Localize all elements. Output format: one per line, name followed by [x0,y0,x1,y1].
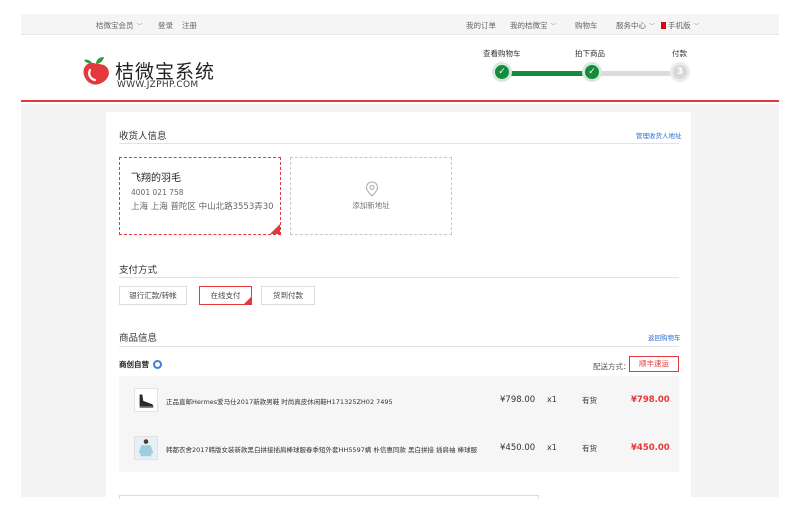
pay-option-online-label: 在线支付 [210,291,241,300]
shipping-method-button[interactable]: 顺丰速运 [629,356,679,372]
shipping-label: 配送方式： [593,362,631,371]
checkout-panel: 收货人信息 管理收货人地址 飞翔的羽毛 4001 021 758 上海 上海 普… [106,112,691,499]
receiver-section-title: 收货人信息 [119,131,167,142]
step-label-pay: 付款 [672,49,687,58]
selected-check-icon [244,297,251,304]
shop-name-label: 商创自营 [119,360,149,369]
site-header: 桔微宝系统 WWW.JZPHP.COM 查看购物车 拍下商品 付款 ✓ ✓ 3 [21,35,779,102]
order-notes-box[interactable] [119,495,539,499]
my-account-menu[interactable]: 我的桔微宝 ﹀ [510,20,557,31]
product-thumbnail[interactable] [134,436,158,460]
divider [119,143,679,144]
step-3-number: 3 [670,62,690,82]
manage-address-link[interactable]: 管理收货人地址 [636,130,682,140]
cart-link[interactable]: 购物车 [575,20,598,31]
pay-option-bank-transfer[interactable]: 银行汇款/转帐 [119,286,187,305]
chevron-down-icon: ﹀ [693,23,700,30]
register-link[interactable]: 注册 [182,20,197,31]
mobile-menu[interactable]: 手机版 ﹀ [661,20,700,31]
chevron-down-icon: ﹀ [136,23,143,30]
product-subtotal: ¥450.00 [631,443,670,453]
chevron-down-icon: ﹀ [550,23,557,30]
back-to-cart-link[interactable]: 返回购物车 [648,332,681,342]
address-card-selected[interactable]: 飞翔的羽毛 4001 021 758 上海 上海 普陀区 中山北路3553弄30 [119,157,281,235]
phone-icon [661,22,666,29]
goods-section-title: 商品信息 [119,333,158,344]
service-label: 服务中心 [616,21,646,30]
login-link[interactable]: 登录 [158,20,173,31]
receiver-name: 飞翔的羽毛 [131,173,181,184]
product-quantity: x1 [547,395,557,404]
payment-section-title: 支付方式 [119,265,158,276]
top-bar: 桔微宝会员 ﹀ 登录 注册 我的订单 我的桔微宝 ﹀ 购物车 服务中心 ﹀ 手机版 ﹀ [21,14,779,35]
product-name[interactable]: 韩都衣舍2017韩版女装新款黑白拼接插肩棒球服春季短外套HH5597螨 朴信惠同… [166,444,477,454]
step-1-check-icon: ✓ [492,62,512,82]
brand-url: WWW.JZPHP.COM [117,80,199,90]
shop-name: 商创自营 [119,359,162,370]
pay-option-online[interactable]: 在线支付 [199,286,252,305]
jacket-icon [135,437,157,459]
product-thumbnail[interactable] [134,388,158,412]
receiver-address: 上海 上海 普陀区 中山北路3553弄30 [131,202,274,212]
product-price: ¥798.00 [500,395,536,405]
shoe-icon [139,394,154,408]
location-pin-icon [365,181,379,197]
progress-line-todo [593,71,681,76]
product-name[interactable]: 正品直邮Hermes爱马仕2017新款男鞋 时尚真皮休闲鞋H171325ZH02… [166,396,393,406]
step-2-check-icon: ✓ [582,62,602,82]
product-stock: 有货 [582,444,597,453]
mobile-label: 手机版 [668,21,691,30]
product-price: ¥450.00 [500,443,536,453]
product-subtotal: ¥798.00 [631,395,670,405]
logo-icon[interactable] [81,55,113,87]
member-label: 桔微宝会员 [96,21,134,30]
member-menu[interactable]: 桔微宝会员 ﹀ [96,20,143,31]
receiver-phone: 4001 021 758 [131,188,184,197]
list-item: 正品直邮Hermes爱马仕2017新款男鞋 时尚真皮休闲鞋H171325ZH02… [119,376,679,424]
add-address-card[interactable]: 添加新地址 [290,157,452,235]
selected-check-icon [270,224,280,234]
step-label-cart: 查看购物车 [483,49,521,58]
list-item: 韩都衣舍2017韩版女装新款黑白拼接插肩棒球服春季短外套HH5597螨 朴信惠同… [119,424,679,472]
goods-list: 正品直邮Hermes爱马仕2017新款男鞋 时尚真皮休闲鞋H171325ZH02… [119,376,679,472]
divider [119,346,679,347]
my-account-label: 我的桔微宝 [510,21,548,30]
my-orders-link[interactable]: 我的订单 [466,20,496,31]
service-menu[interactable]: 服务中心 ﹀ [616,20,655,31]
product-quantity: x1 [547,443,557,452]
main-area: 收货人信息 管理收货人地址 飞翔的羽毛 4001 021 758 上海 上海 普… [21,104,779,499]
chevron-down-icon: ﹀ [649,23,656,30]
step-label-order: 拍下商品 [575,49,605,58]
product-stock: 有货 [582,396,597,405]
customer-service-icon[interactable] [153,360,162,369]
pay-option-cod[interactable]: 货到付款 [261,286,315,305]
divider [119,277,679,278]
add-address-label: 添加新地址 [352,201,390,210]
